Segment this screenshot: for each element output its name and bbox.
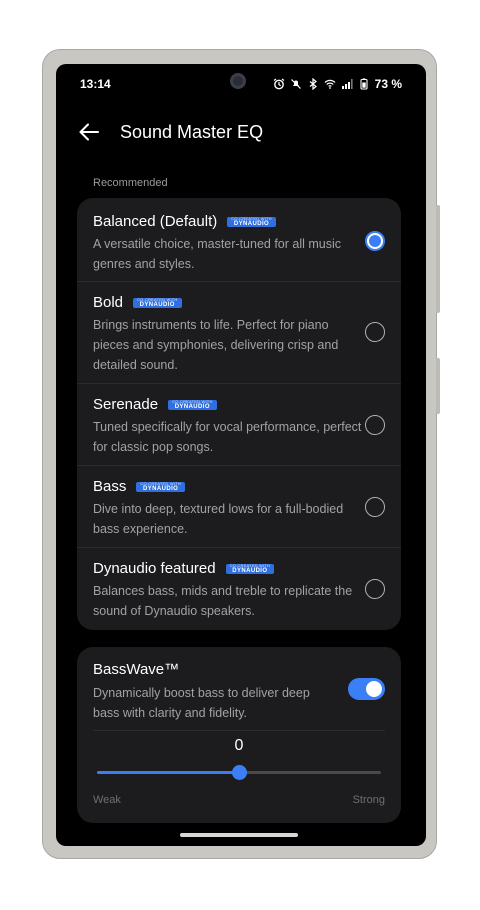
signal-icon: [341, 79, 353, 89]
toggle-knob: [366, 681, 382, 697]
eq-option-name: Serenade: [93, 396, 159, 413]
page-title: Sound Master EQ: [120, 121, 264, 142]
dynaudio-badge: CO-CREATED WITH DYNAUDIO: [225, 563, 275, 574]
eq-option-name: Balanced (Default): [93, 213, 218, 230]
status-time: 13:14: [80, 77, 111, 91]
eq-option-description: Tuned specifically for vocal performance…: [93, 420, 362, 454]
dynaudio-badge: CO-CREATED WITH DYNAUDIO: [168, 399, 217, 410]
dynaudio-badge: CO-CREATED WITH DYNAUDIO: [136, 481, 185, 492]
slider-thumb[interactable]: [232, 765, 247, 780]
eq-option-description: Dive into deep, textured lows for a full…: [93, 502, 344, 536]
power-button: [436, 358, 440, 414]
eq-option-bass[interactable]: Bass CO-CREATED WITH DYNAUDIO Dive into d…: [77, 466, 401, 548]
radio-unselected[interactable]: [365, 497, 385, 517]
divider: [93, 730, 385, 731]
bluetooth-icon: [309, 78, 317, 90]
eq-preset-list: Balanced (Default) CO-CREATED WITH DYNAUD…: [77, 198, 401, 630]
mute-icon: [290, 79, 301, 89]
alarm-icon: [273, 78, 285, 90]
eq-option-bold[interactable]: Bold CO-CREATED WITH DYNAUDIO Brings inst…: [77, 282, 401, 384]
eq-option-description: A versatile choice, master-tuned for all…: [93, 237, 342, 271]
battery-percent: 73 %: [374, 77, 402, 91]
basswave-slider[interactable]: [97, 765, 381, 780]
eq-option-balanced[interactable]: Balanced (Default) CO-CREATED WITH DYNAUD…: [77, 198, 401, 282]
arrow-left-icon[interactable]: [76, 119, 102, 145]
dynaudio-badge: CO-CREATED WITH DYNAUDIO: [133, 297, 182, 308]
eq-option-name: Bass: [93, 478, 127, 495]
radio-unselected[interactable]: [365, 322, 385, 342]
eq-option-dynaudio-featured[interactable]: Dynaudio featured CO-CREATED WITH DYNAUDI…: [77, 548, 401, 630]
battery-icon: [360, 78, 368, 90]
basswave-title: BassWave™: [93, 661, 180, 678]
eq-option-name: Bold: [93, 294, 124, 311]
eq-option-serenade[interactable]: Serenade CO-CREATED WITH DYNAUDIO Tuned s…: [77, 384, 401, 466]
eq-option-description: Brings instruments to life. Perfect for …: [93, 318, 339, 372]
slider-fill: [97, 771, 239, 774]
slider-max-label: Strong: [352, 794, 385, 806]
camera-cutout: [230, 73, 246, 89]
radio-unselected[interactable]: [365, 579, 385, 599]
radio-selected[interactable]: [365, 231, 385, 251]
radio-unselected[interactable]: [365, 415, 385, 435]
basswave-card: BassWave™ Dynamically boost bass to deli…: [77, 647, 401, 823]
status-icons: 73 %: [273, 77, 402, 91]
eq-option-name: Dynaudio featured: [93, 560, 216, 577]
wifi-icon: [324, 79, 336, 89]
section-label: Recommended: [93, 177, 168, 189]
basswave-description: Dynamically boost bass to deliver deep b…: [93, 686, 310, 720]
header: Sound Master EQ: [56, 112, 426, 152]
volume-button: [436, 205, 440, 313]
eq-option-description: Balances bass, mids and treble to replic…: [93, 584, 353, 618]
screen: 13:14 73 % Sound Master EQ Recommended B…: [56, 64, 426, 846]
basswave-toggle[interactable]: [348, 678, 385, 700]
slider-min-label: Weak: [93, 794, 121, 806]
basswave-level-value: 0: [234, 737, 244, 754]
home-indicator[interactable]: [180, 833, 298, 837]
dynaudio-badge: CO-CREATED WITH DYNAUDIO: [227, 216, 276, 227]
